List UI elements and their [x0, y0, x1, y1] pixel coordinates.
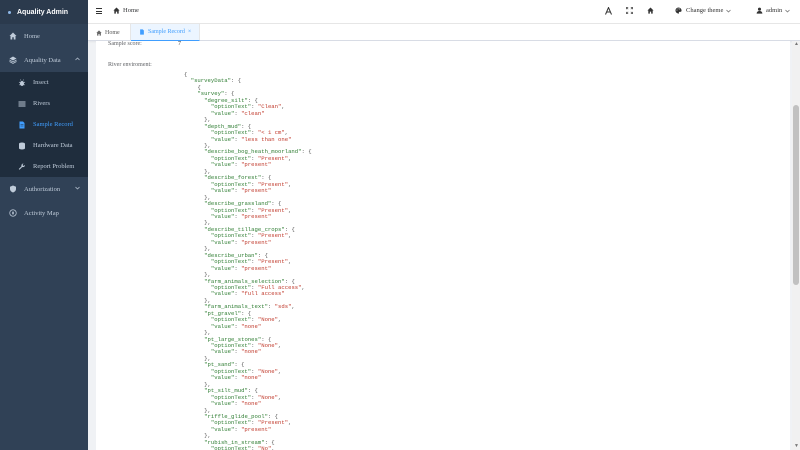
home-icon	[96, 29, 102, 36]
bug-icon	[17, 78, 27, 88]
sidebar-item-sample-record[interactable]: Sample Record	[0, 114, 88, 135]
sidebar-item-authorization[interactable]: Authorization	[0, 177, 88, 201]
sidebar-item-label: Insect	[33, 79, 49, 86]
scrollbar-thumb[interactable]	[793, 105, 799, 285]
user-menu[interactable]: admin	[756, 7, 790, 14]
chevron-down-icon	[726, 9, 732, 13]
sidebar-item-label: Report Problem	[33, 163, 75, 170]
change-theme-dropdown[interactable]: Change theme	[675, 7, 732, 14]
sidebar-item-label: Hardware Data	[33, 142, 73, 149]
scroll-up-icon[interactable]: ▲	[794, 42, 799, 47]
json-line: "optionText": "No",	[210, 445, 275, 450]
sidebar-item-label: Authorization	[24, 185, 61, 193]
sidebar-item-report-problem[interactable]: Report Problem	[0, 156, 88, 177]
home-icon	[8, 31, 18, 41]
change-theme-label: Change theme	[686, 7, 724, 14]
sidebar-item-hardware-data[interactable]: Hardware Data	[0, 135, 88, 156]
home-icon	[113, 7, 120, 14]
sidebar-item-label: Sample Record	[33, 121, 73, 128]
tags-view: Home Sample Record ×	[88, 24, 800, 41]
font-size-icon[interactable]	[605, 7, 612, 15]
tag-sample-record[interactable]: Sample Record ×	[131, 24, 201, 41]
compass-icon	[8, 208, 18, 218]
sidebar-item-label: Home	[24, 32, 40, 40]
top-navbar: Home Change theme admin	[88, 0, 800, 24]
sidebar-item-aquality-data[interactable]: Aquality Data	[0, 48, 88, 72]
database-icon	[17, 141, 27, 151]
sample-score-value: 7	[178, 41, 181, 47]
chevron-up-icon	[75, 57, 80, 61]
list-icon	[17, 99, 27, 109]
logo-icon	[8, 10, 11, 14]
breadcrumb-item[interactable]: Home	[123, 7, 139, 14]
chevron-down-icon	[785, 9, 790, 13]
document-icon	[139, 29, 145, 35]
tag-label: Sample Record	[148, 29, 185, 35]
layers-icon	[8, 55, 18, 65]
fullscreen-icon[interactable]	[626, 7, 633, 14]
user-icon	[756, 7, 763, 14]
document-icon	[17, 120, 27, 130]
sidebar-item-home[interactable]: Home	[0, 24, 88, 48]
river-environment-json: { "surveyData": { { "survey": { "degree_…	[184, 71, 312, 450]
app-brand[interactable]: Aquality Admin	[0, 0, 88, 24]
sidebar-item-label: Aquality Data	[24, 56, 61, 64]
tag-home[interactable]: Home	[88, 24, 131, 41]
scroll-down-icon[interactable]: ▼	[794, 444, 799, 449]
wrench-icon	[17, 162, 27, 172]
tag-label: Home	[105, 29, 120, 36]
river-environment-label: River enviroment:	[108, 62, 152, 68]
breadcrumb: Home	[113, 7, 139, 14]
main-content: Sample score: 7 River enviroment: { "sur…	[96, 41, 790, 450]
sidebar-item-label: Activity Map	[24, 209, 59, 217]
sample-score-label: Sample score:	[108, 41, 142, 47]
scrollbar[interactable]: ▲ ▼	[792, 41, 800, 450]
hamburger-icon[interactable]	[96, 8, 102, 14]
username: admin	[766, 7, 783, 14]
sidebar-item-activity-map[interactable]: Activity Map	[0, 201, 88, 225]
sidebar-item-rivers[interactable]: Rivers	[0, 93, 88, 114]
close-icon[interactable]: ×	[188, 29, 191, 35]
chevron-down-icon	[75, 186, 80, 190]
sidebar-item-insect[interactable]: Insect	[0, 72, 88, 93]
app-title: Aquality Admin	[17, 8, 69, 16]
sidebar: Aquality Admin Home Aquality Data Insect…	[0, 0, 88, 450]
sidebar-item-label: Rivers	[33, 100, 50, 107]
palette-icon	[675, 7, 682, 14]
shield-icon	[8, 184, 18, 194]
home-shortcut-icon[interactable]	[647, 7, 654, 14]
submenu-aquality-data: Insect Rivers Sample Record Hardware Dat…	[0, 72, 88, 177]
